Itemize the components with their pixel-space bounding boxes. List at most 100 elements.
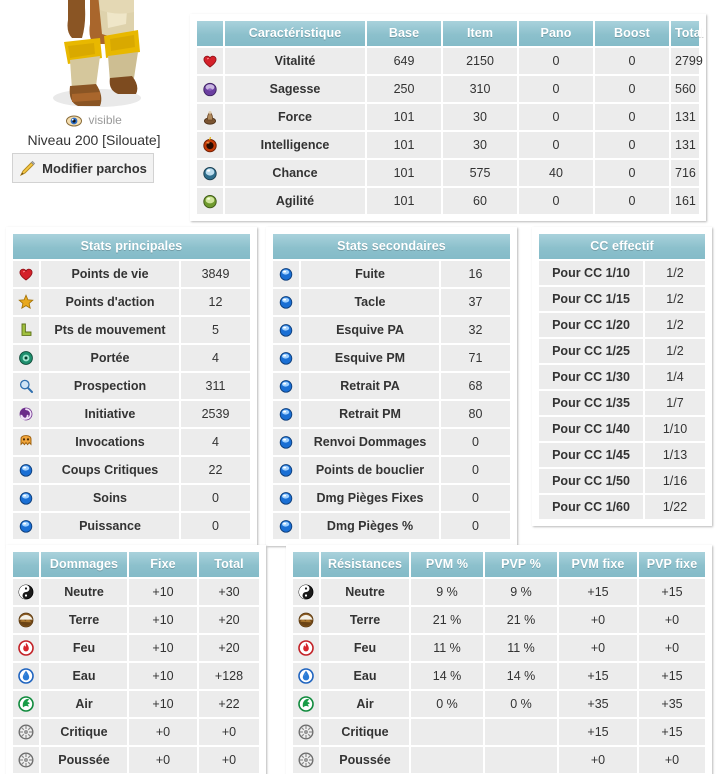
stat-principale-label: Coups Critiques bbox=[41, 457, 179, 483]
cc-value: 1/2 bbox=[645, 261, 705, 285]
row-icon-cell bbox=[273, 261, 299, 287]
resistance-pvp-pct: 14 % bbox=[485, 663, 557, 689]
row-icon-cell bbox=[13, 317, 39, 343]
caracteristiques-header-0: Caractéristique bbox=[225, 21, 365, 46]
stats-principales-panel: Stats principales Points de vie 3849 Point… bbox=[6, 227, 257, 546]
dommage-total: +20 bbox=[199, 607, 259, 633]
resistance-pvm-fixe: +35 bbox=[559, 691, 637, 717]
table-row: Chance 101 575 40 0 716 bbox=[197, 160, 699, 186]
resistance-pvm-pct bbox=[411, 747, 483, 773]
cc-label: Pour CC 1/10 bbox=[539, 261, 643, 285]
caracteristiques-header-3: Pano bbox=[519, 21, 593, 46]
dommage-total: +128 bbox=[199, 663, 259, 689]
stat-principale-label: Invocations bbox=[41, 429, 179, 455]
stats-principales-title: Stats principales bbox=[13, 234, 250, 259]
resistance-pvm-pct bbox=[411, 719, 483, 745]
fire-element-icon bbox=[298, 640, 314, 656]
caracteristique-boost: 0 bbox=[595, 76, 669, 102]
table-row: Soins 0 bbox=[13, 485, 250, 511]
table-row: Prospection 311 bbox=[13, 373, 250, 399]
stat-secondaire-value: 0 bbox=[441, 485, 510, 511]
row-icon-cell bbox=[273, 345, 299, 371]
dommages-table: Dommages Fixe Total Neutre +10 +30 Terre +10 +2… bbox=[11, 550, 261, 774]
row-icon-cell bbox=[197, 132, 223, 158]
resistances-header-row: Résistances PVM % PVP % PVM fixe PVP fixe bbox=[293, 552, 705, 577]
resistances-header-3: PVM fixe bbox=[559, 552, 637, 577]
strength-icon bbox=[202, 109, 218, 125]
cc-label: Pour CC 1/20 bbox=[539, 313, 643, 337]
caracteristique-base: 101 bbox=[367, 188, 441, 214]
table-row: Pour CC 1/35 1/7 bbox=[539, 391, 705, 415]
row-icon-cell bbox=[13, 719, 39, 745]
dommage-fixe: +10 bbox=[129, 635, 197, 661]
stats-secondaires-panel: Stats secondaires Fuite 16 Tacle 37 Esquive … bbox=[266, 227, 517, 546]
row-icon-cell bbox=[13, 429, 39, 455]
stat-principale-value: 22 bbox=[181, 457, 250, 483]
row-icon-cell bbox=[273, 373, 299, 399]
dommages-panel: Dommages Fixe Total Neutre +10 +30 Terre +10 +2… bbox=[6, 545, 266, 774]
stat-secondaire-value: 68 bbox=[441, 373, 510, 399]
table-row: Intelligence 101 30 0 0 131 bbox=[197, 132, 699, 158]
blue-orb-icon bbox=[278, 434, 294, 450]
table-row: Neutre 9 % 9 % +15 +15 bbox=[293, 579, 705, 605]
stats-secondaires-title: Stats secondaires bbox=[273, 234, 510, 259]
caracteristique-total: 2799 bbox=[671, 48, 703, 74]
resistance-label: Terre bbox=[321, 607, 409, 633]
stat-principale-value: 4 bbox=[181, 429, 250, 455]
blue-orb-icon bbox=[278, 406, 294, 422]
dommages-header-2: Total bbox=[199, 552, 259, 577]
critical-icon bbox=[298, 724, 314, 740]
modifier-parchos-label: Modifier parchos bbox=[42, 160, 147, 176]
table-row: Invocations 4 bbox=[13, 429, 250, 455]
caracteristiques-header-row: Caractéristique Base Item Pano Boost Total bbox=[197, 21, 704, 46]
table-row: Points de vie 3849 bbox=[13, 261, 250, 287]
caracteristique-label: Force bbox=[225, 104, 365, 130]
modifier-parchos-button[interactable]: Modifier parchos bbox=[12, 153, 154, 183]
stat-secondaire-label: Fuite bbox=[301, 261, 439, 287]
caracteristique-boost: 0 bbox=[595, 188, 669, 214]
table-row: Pour CC 1/10 1/2 bbox=[539, 261, 705, 285]
cc-value: 1/2 bbox=[645, 313, 705, 337]
caracteristique-base: 101 bbox=[367, 132, 441, 158]
resistance-pvm-pct: 11 % bbox=[411, 635, 483, 661]
caracteristique-item: 310 bbox=[443, 76, 517, 102]
caracteristique-pano: 0 bbox=[519, 188, 593, 214]
magnifier-icon bbox=[18, 378, 34, 394]
resistances-header-4: PVP fixe bbox=[639, 552, 705, 577]
row-icon-cell bbox=[13, 345, 39, 371]
resistance-label: Neutre bbox=[321, 579, 409, 605]
resistance-pvp-fixe: +0 bbox=[639, 747, 705, 773]
row-icon-cell bbox=[197, 160, 223, 186]
visibility-row: visible bbox=[0, 113, 188, 129]
table-row: Dmg Pièges % 0 bbox=[273, 513, 510, 539]
row-icon-cell bbox=[273, 289, 299, 315]
stat-secondaire-value: 37 bbox=[441, 289, 510, 315]
stat-principale-label: Initiative bbox=[41, 401, 179, 427]
caracteristique-base: 101 bbox=[367, 104, 441, 130]
row-icon-cell bbox=[273, 485, 299, 511]
stat-principale-label: Soins bbox=[41, 485, 179, 511]
table-row: Pts de mouvement 5 bbox=[13, 317, 250, 343]
stat-secondaire-value: 16 bbox=[441, 261, 510, 287]
dommages-icon-col bbox=[13, 552, 39, 577]
caracteristique-label: Chance bbox=[225, 160, 365, 186]
visibility-label: visible bbox=[88, 113, 122, 128]
row-icon-cell bbox=[13, 747, 39, 773]
row-icon-cell bbox=[13, 635, 39, 661]
stats-secondaires-table: Stats secondaires Fuite 16 Tacle 37 Esquive … bbox=[271, 232, 512, 541]
resistances-body: Neutre 9 % 9 % +15 +15 Terre 21 % 21 % +0 +0 Feu 11… bbox=[293, 579, 705, 773]
cc-effectif-panel: CC effectif Pour CC 1/10 1/2 Pour CC 1/15 1… bbox=[532, 227, 712, 526]
caracteristiques-header-2: Item bbox=[443, 21, 517, 46]
resistance-pvp-pct: 9 % bbox=[485, 579, 557, 605]
caracteristique-total: 716 bbox=[671, 160, 699, 186]
stat-principale-label: Prospection bbox=[41, 373, 179, 399]
table-row: Terre 21 % 21 % +0 +0 bbox=[293, 607, 705, 633]
resistances-header-1: PVM % bbox=[411, 552, 483, 577]
stat-principale-label: Pts de mouvement bbox=[41, 317, 179, 343]
push-icon bbox=[298, 752, 314, 768]
critical-icon bbox=[18, 724, 34, 740]
spiral-icon bbox=[18, 406, 34, 422]
table-row: Agilité 101 60 0 0 161 bbox=[197, 188, 699, 214]
table-row: Eau +10 +128 bbox=[13, 663, 259, 689]
cc-value: 1/4 bbox=[645, 365, 705, 389]
